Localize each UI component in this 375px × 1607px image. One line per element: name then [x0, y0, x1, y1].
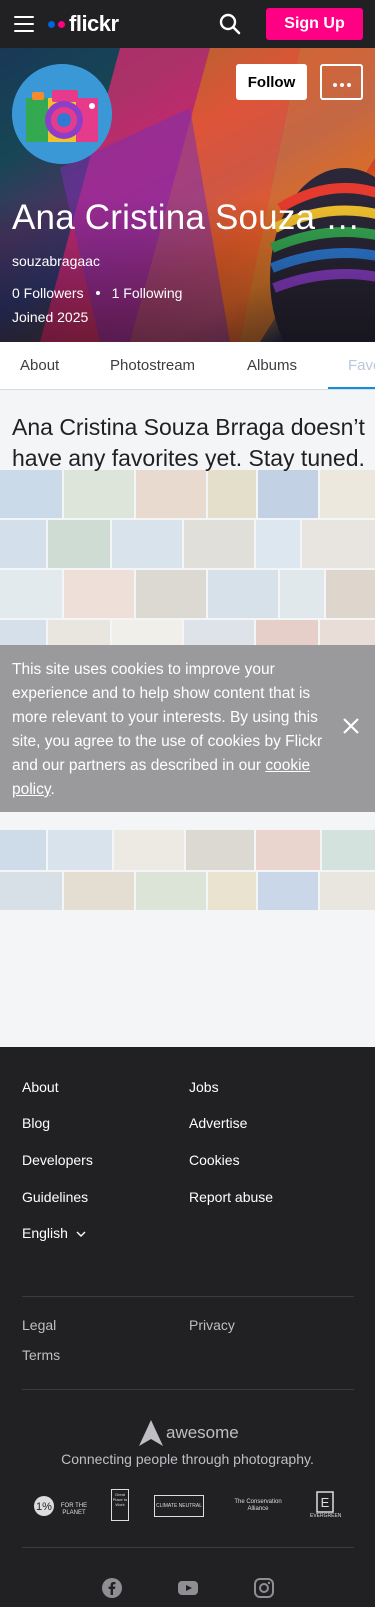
facebook-icon[interactable]: [101, 1577, 123, 1599]
site-footer: About Blog Developers Guidelines Jobs Ad…: [0, 1047, 375, 1607]
badge-great-place-to-work[interactable]: Great Place to Work: [111, 1489, 129, 1521]
follow-button[interactable]: Follow: [236, 64, 307, 100]
follow-stats: 0 Followers 1 Following: [12, 285, 182, 301]
cookie-banner-text: This site uses cookies to improve your e…: [12, 658, 332, 802]
camera-avatar-icon: [12, 64, 112, 164]
tab-faves[interactable]: Faves: [348, 357, 375, 374]
avatar[interactable]: [12, 64, 112, 164]
footer-link-advertise[interactable]: Advertise: [189, 1115, 247, 1131]
awesome-wordmark: awesome: [166, 1423, 239, 1442]
badge-label: Great Place to Work: [112, 1492, 128, 1507]
footer-tagline: Connecting people through photography.: [61, 1451, 314, 1467]
footer-link-terms[interactable]: Terms: [22, 1347, 60, 1363]
footer-link-blog[interactable]: Blog: [22, 1115, 50, 1131]
tab-albums[interactable]: Albums: [247, 357, 297, 374]
logo-pink-dot: [58, 20, 65, 28]
badge-label: CLIMATE NEUTRAL: [155, 1503, 203, 1509]
followers-count[interactable]: 0 Followers: [12, 285, 84, 301]
instagram-icon[interactable]: [253, 1577, 275, 1599]
footer-divider-1: [22, 1296, 354, 1297]
smugmug-awesome-logo[interactable]: awesome: [138, 1419, 239, 1447]
badge-evergreen[interactable]: E EVERGREEN: [310, 1487, 342, 1523]
svg-text:1%: 1%: [36, 1501, 52, 1513]
footer-divider-2: [22, 1389, 354, 1390]
following-count[interactable]: 1 Following: [112, 285, 183, 301]
joined-date: Joined 2025: [12, 309, 89, 325]
footer-link-report-abuse[interactable]: Report abuse: [189, 1189, 273, 1205]
cookie-banner-suffix: .: [50, 781, 55, 798]
badge-for-the-planet[interactable]: 1% FOR THE PLANET: [33, 1495, 88, 1519]
tab-photostream[interactable]: Photostream: [110, 357, 195, 374]
sign-up-button[interactable]: Sign Up: [266, 8, 363, 40]
footer-link-privacy[interactable]: Privacy: [189, 1317, 235, 1333]
profile-username: souzabragaac: [12, 253, 100, 269]
search-icon[interactable]: [219, 13, 241, 35]
footer-badges: 1% FOR THE PLANET Great Place to Work CL…: [0, 1487, 375, 1527]
profile-cover: Follow Ana Cristina Souza Brraga souzabr…: [0, 48, 375, 342]
chevron-down-icon: [76, 1231, 86, 1237]
stats-separator: [95, 291, 100, 295]
footer-link-guidelines[interactable]: Guidelines: [22, 1189, 88, 1205]
badge-label: The Conservation Alliance: [234, 1499, 282, 1512]
footer-link-developers[interactable]: Developers: [22, 1152, 93, 1168]
svg-text:E: E: [321, 1495, 330, 1510]
badge-conservation-alliance[interactable]: The Conservation Alliance: [232, 1497, 284, 1517]
footer-link-cookies[interactable]: Cookies: [189, 1152, 240, 1168]
language-selector[interactable]: English: [22, 1225, 86, 1241]
top-navigation-bar: flickr Sign Up: [0, 0, 375, 48]
empty-state-message: Ana Cristina Souza Brraga doesn’t have a…: [12, 414, 365, 471]
badge-label: FOR THE PLANET: [60, 1503, 88, 1516]
footer-link-about[interactable]: About: [22, 1079, 59, 1095]
cookie-banner: This site uses cookies to improve your e…: [0, 645, 375, 812]
profile-name: Ana Cristina Souza Brraga: [12, 198, 364, 237]
awesome-mark-icon: [139, 1420, 163, 1446]
evergreen-icon: E: [316, 1491, 334, 1513]
logo-blue-dot: [48, 20, 55, 28]
hamburger-menu-icon[interactable]: [14, 16, 34, 32]
profile-tabs: About Photostream Albums Faves: [0, 342, 375, 390]
badge-climate-neutral[interactable]: CLIMATE NEUTRAL: [154, 1495, 204, 1517]
more-options-button[interactable]: [320, 64, 363, 100]
one-percent-icon: 1%: [34, 1496, 54, 1516]
footer-link-jobs[interactable]: Jobs: [189, 1079, 219, 1095]
more-icon: [331, 75, 352, 90]
youtube-icon[interactable]: [177, 1577, 199, 1599]
close-icon[interactable]: [341, 716, 361, 736]
footer-divider-3: [22, 1547, 354, 1548]
logo-wordmark: flickr: [69, 11, 119, 36]
badge-label: EVERGREEN: [310, 1513, 342, 1519]
flickr-logo[interactable]: flickr: [48, 11, 119, 37]
language-label: English: [22, 1225, 68, 1241]
tab-about[interactable]: About: [20, 357, 59, 374]
footer-link-legal[interactable]: Legal: [22, 1317, 56, 1333]
